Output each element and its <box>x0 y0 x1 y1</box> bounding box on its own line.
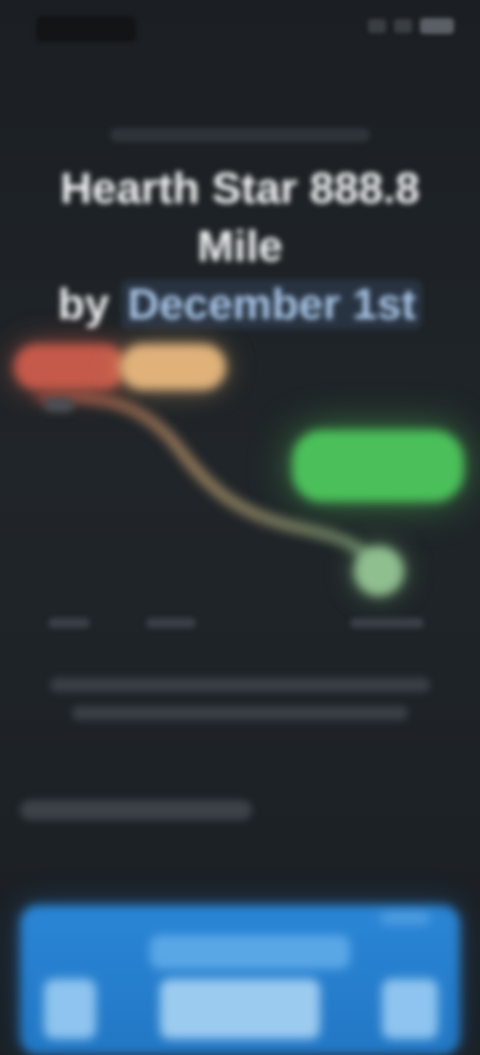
promo-card-block <box>160 979 320 1039</box>
goal-weight-pill <box>292 430 464 502</box>
headline-line1: Hearth Star 888.8 Mile <box>60 164 420 271</box>
eyebrow-text <box>110 128 370 142</box>
mid-weight-pill <box>120 344 226 390</box>
signal-icon <box>368 19 386 33</box>
status-icons <box>368 18 454 34</box>
promo-card[interactable] <box>20 905 460 1055</box>
carrier-logo-icon <box>36 16 136 42</box>
battery-icon <box>420 18 454 34</box>
caption-line-2 <box>72 706 408 720</box>
promo-card-block <box>382 979 438 1039</box>
promo-card-title <box>150 935 350 969</box>
wifi-icon <box>394 19 412 33</box>
x-label-end <box>350 618 424 628</box>
goal-marker <box>354 546 404 596</box>
x-label-start <box>48 618 90 628</box>
x-label-mid <box>146 618 196 628</box>
section-title <box>20 800 252 820</box>
promo-card-block <box>44 979 96 1039</box>
status-bar <box>0 0 480 60</box>
start-weight-pill <box>14 344 126 390</box>
start-marker <box>44 398 74 412</box>
promo-card-badge <box>380 911 430 925</box>
caption-line-1 <box>50 678 430 692</box>
progress-chart <box>0 300 480 660</box>
